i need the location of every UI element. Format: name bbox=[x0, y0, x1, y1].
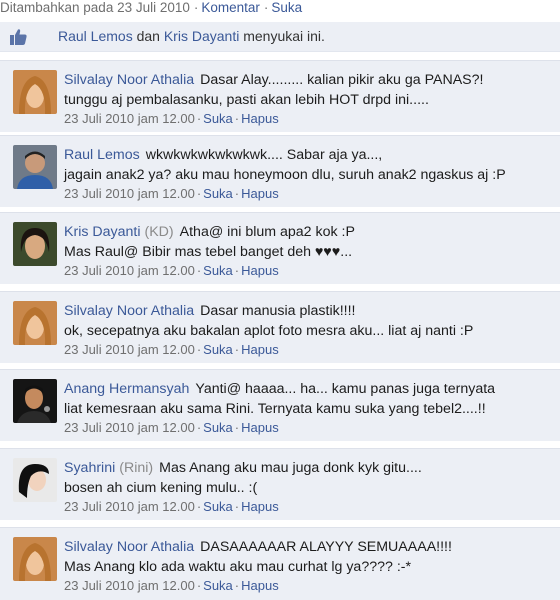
comment-author[interactable]: Silvalay Noor Athalia bbox=[64, 72, 194, 88]
separator-dot: · bbox=[234, 342, 240, 357]
comment-like-link[interactable]: Suka bbox=[203, 578, 233, 593]
comment-author[interactable]: Anang Hermansyah bbox=[64, 381, 189, 397]
comment-author[interactable]: Syahrini bbox=[64, 460, 115, 476]
avatar[interactable] bbox=[13, 458, 57, 502]
comment-timestamp[interactable]: 23 Juli 2010 jam 12.00 bbox=[64, 111, 195, 126]
separator-dot: · bbox=[263, 0, 269, 15]
comment-timestamp[interactable]: 23 Juli 2010 jam 12.00 bbox=[64, 578, 195, 593]
comment-timestamp[interactable]: 23 Juli 2010 jam 12.00 bbox=[64, 420, 195, 435]
author-alias: (Rini) bbox=[119, 460, 154, 476]
comment-like-link[interactable]: Suka bbox=[203, 499, 233, 514]
avatar[interactable] bbox=[13, 222, 57, 266]
comment-text: Dasar Alay......... kalian pikir aku ga … bbox=[200, 72, 484, 88]
avatar[interactable] bbox=[13, 70, 57, 114]
comment-item: Silvalay Noor Athalia DASAAAAAAR ALAYYY S… bbox=[0, 527, 560, 600]
comment-timestamp[interactable]: 23 Juli 2010 jam 12.00 bbox=[64, 186, 195, 201]
comment-timestamp[interactable]: 23 Juli 2010 jam 12.00 bbox=[64, 342, 195, 357]
comment-text: tunggu aj pembalasanku, pasti akan lebih… bbox=[64, 92, 429, 108]
comment-item: Silvalay Noor Athalia Dasar manusia plast… bbox=[0, 291, 560, 363]
comment-delete-link[interactable]: Hapus bbox=[241, 578, 279, 593]
comment-like-link[interactable]: Suka bbox=[203, 420, 233, 435]
separator-dot: · bbox=[234, 499, 240, 514]
separator-dot: · bbox=[196, 499, 202, 514]
comment-text: ok, secepatnya aku bakalan aplot foto me… bbox=[64, 323, 474, 339]
comment-text: wkwkwkwkwkwkwk.... Sabar aja ya..., bbox=[145, 147, 383, 163]
separator-dot: · bbox=[196, 186, 202, 201]
comment-text: Atha@ ini blum apa2 kok :P bbox=[179, 224, 355, 240]
separator-dot: · bbox=[196, 263, 202, 278]
comment-text: bosen ah cium kening mulu.. :( bbox=[64, 480, 258, 496]
comment-like-link[interactable]: Suka bbox=[203, 263, 233, 278]
comment-item: Kris Dayanti (KD) Atha@ ini blum apa2 kok … bbox=[0, 212, 560, 284]
comment-delete-link[interactable]: Hapus bbox=[241, 186, 279, 201]
likes-summary: Raul Lemos dan Kris Dayanti menyukai ini… bbox=[0, 22, 560, 52]
separator-dot: · bbox=[193, 0, 199, 15]
post-meta-bar: Ditambahkan pada 23 Juli 2010 · Komentar · S… bbox=[0, 0, 560, 20]
comment-link[interactable]: Komentar bbox=[201, 0, 260, 15]
avatar[interactable] bbox=[13, 379, 57, 423]
separator-dot: · bbox=[234, 186, 240, 201]
liker-link[interactable]: Raul Lemos bbox=[58, 28, 133, 44]
thumbs-up-icon bbox=[9, 28, 28, 46]
avatar[interactable] bbox=[13, 301, 57, 345]
likes-text: Raul Lemos dan Kris Dayanti menyukai ini… bbox=[58, 28, 325, 45]
comment-item: Raul Lemos wkwkwkwkwkwkwk.... Sabar aja y… bbox=[0, 135, 560, 207]
comment-author[interactable]: Silvalay Noor Athalia bbox=[64, 303, 194, 319]
comment-delete-link[interactable]: Hapus bbox=[241, 420, 279, 435]
comment-text: Mas Anang klo ada waktu aku mau curhat l… bbox=[64, 559, 412, 575]
comment-text: Mas Raul@ Bibir mas tebel banget deh ♥♥♥… bbox=[64, 244, 353, 260]
comment-like-link[interactable]: Suka bbox=[203, 111, 233, 126]
comment-timestamp[interactable]: 23 Juli 2010 jam 12.00 bbox=[64, 263, 195, 278]
avatar[interactable] bbox=[13, 537, 57, 581]
separator-dot: · bbox=[234, 263, 240, 278]
separator-dot: · bbox=[234, 578, 240, 593]
comment-author[interactable]: Raul Lemos bbox=[64, 147, 140, 163]
likes-suffix: menyukai ini. bbox=[243, 28, 325, 44]
like-link[interactable]: Suka bbox=[271, 0, 302, 15]
avatar[interactable] bbox=[13, 145, 57, 189]
comment-author[interactable]: Kris Dayanti bbox=[64, 224, 140, 240]
comment-item: Syahrini (Rini) Mas Anang aku mau juga don… bbox=[0, 448, 560, 520]
comment-like-link[interactable]: Suka bbox=[203, 342, 233, 357]
separator-dot: · bbox=[234, 111, 240, 126]
comment-text: Yanti@ haaaa... ha... kamu panas juga te… bbox=[195, 381, 496, 397]
separator-dot: · bbox=[196, 420, 202, 435]
comment-item: Silvalay Noor Athalia Dasar Alay.........… bbox=[0, 60, 560, 132]
comment-timestamp[interactable]: 23 Juli 2010 jam 12.00 bbox=[64, 499, 195, 514]
comment-delete-link[interactable]: Hapus bbox=[241, 111, 279, 126]
separator-dot: · bbox=[234, 420, 240, 435]
comment-item: Anang Hermansyah Yanti@ haaaa... ha... ka… bbox=[0, 369, 560, 441]
comment-text: liat kemesraan aku sama Rini. Ternyata k… bbox=[64, 401, 486, 417]
separator-dot: · bbox=[196, 578, 202, 593]
liker-link[interactable]: Kris Dayanti bbox=[164, 28, 239, 44]
comment-delete-link[interactable]: Hapus bbox=[241, 342, 279, 357]
comment-text: Dasar manusia plastik!!!! bbox=[200, 303, 356, 319]
comment-text: jagain anak2 ya? aku mau honeymoon dlu, … bbox=[64, 167, 506, 183]
separator-dot: · bbox=[196, 342, 202, 357]
likes-connector: dan bbox=[136, 28, 160, 44]
comment-like-link[interactable]: Suka bbox=[203, 186, 233, 201]
post-date: Ditambahkan pada 23 Juli 2010 bbox=[0, 0, 190, 15]
separator-dot: · bbox=[196, 111, 202, 126]
comment-delete-link[interactable]: Hapus bbox=[241, 263, 279, 278]
comment-text: DASAAAAAAR ALAYYY SEMUAAAA!!!! bbox=[200, 539, 452, 555]
author-alias: (KD) bbox=[144, 224, 174, 240]
comment-delete-link[interactable]: Hapus bbox=[241, 499, 279, 514]
comment-text: Mas Anang aku mau juga donk kyk gitu.... bbox=[159, 460, 422, 476]
comment-author[interactable]: Silvalay Noor Athalia bbox=[64, 539, 194, 555]
